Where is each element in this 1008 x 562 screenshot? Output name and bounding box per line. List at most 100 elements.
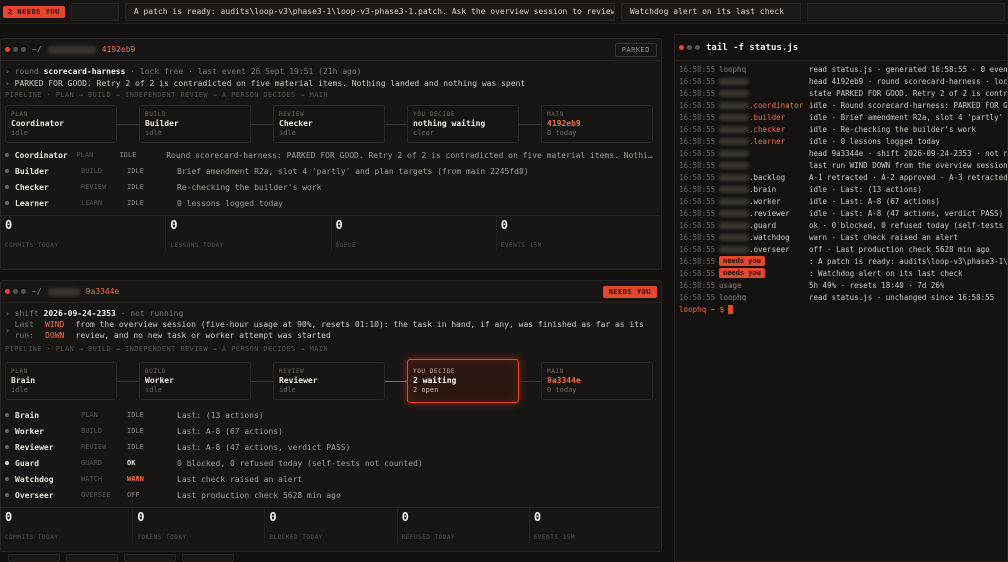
stage-you-decide[interactable]: YOU DECIDE nothing waiting clear xyxy=(407,105,519,143)
redacted-repo-name xyxy=(47,45,96,54)
role-status-dot xyxy=(5,429,9,433)
role-row-worker[interactable]: Worker BUILD IDLE Last: A-8 (67 actions) xyxy=(1,423,661,439)
log-timestamp: 16:58:55 xyxy=(679,148,716,158)
log-message: A-1 retracted · A-2 approved · A-3 retra… xyxy=(809,172,1007,182)
maximize-dot-icon[interactable] xyxy=(21,289,26,294)
footer-chip[interactable] xyxy=(182,554,234,562)
log-message: ok · 0 blocked, 0 refused today (self-te… xyxy=(809,220,1007,230)
log-source: .guard xyxy=(719,221,809,230)
role-row-reviewer[interactable]: Reviewer REVIEW IDLE Last: A-8 (47 actions,… xyxy=(1,439,661,455)
log-row: 16:58:55 loophq read status.js · generated… xyxy=(675,63,1007,75)
redacted-source xyxy=(719,245,749,253)
minimize-dot-icon[interactable] xyxy=(13,289,18,294)
needs-you-tag[interactable]: needs you xyxy=(719,256,765,266)
alert-banner: 2 NEEDS YOU A patch is ready: audits\loo… xyxy=(0,0,1008,24)
terminal-prompt[interactable]: loophq ~ $ xyxy=(675,303,1007,315)
log-source-suffix: .brain xyxy=(749,184,777,194)
bottom-strip xyxy=(0,552,668,562)
needs-you-tag[interactable]: needs you xyxy=(719,268,765,278)
log-source: .checker xyxy=(719,125,809,134)
window-dots xyxy=(5,289,26,294)
needs-you-badge[interactable]: 2 NEEDS YOU xyxy=(3,5,65,18)
log-source: usage xyxy=(719,281,809,290)
redacted-source xyxy=(719,161,749,169)
footer-chip[interactable] xyxy=(124,554,176,562)
log-timestamp: 16:58:55 xyxy=(679,100,716,110)
redacted-source xyxy=(719,137,749,145)
role-status-dot xyxy=(5,169,9,173)
cursor-icon xyxy=(728,304,734,314)
stage-build[interactable]: BUILD Builder idle xyxy=(139,105,251,143)
banner-spacer xyxy=(70,2,119,21)
log-timestamp: 16:58:55 xyxy=(679,292,716,302)
log-source xyxy=(719,161,809,169)
stage-review[interactable]: REVIEW Checker idle xyxy=(273,105,385,143)
log-message: read status.js · generated 16:58:55 · 0 … xyxy=(809,64,1007,74)
role-row-brain[interactable]: Brain PLAN IDLE Last: (13 actions) xyxy=(1,407,661,423)
log-source-suffix: .coordinator xyxy=(749,100,804,110)
stage-plan[interactable]: PLAN Coordinator idle xyxy=(5,105,117,143)
log-source: .learner xyxy=(719,137,809,146)
maximize-dot-icon[interactable] xyxy=(695,45,700,50)
round-name: scorecard-harness xyxy=(43,66,126,76)
log-message: head 9a3344e · shift 2026-09-24-2353 · n… xyxy=(809,148,1007,158)
stat-queue: 0 QUEUE xyxy=(332,216,497,251)
stage-connector xyxy=(251,123,273,125)
log-header: tail -f status.js xyxy=(675,35,1007,61)
redacted-source xyxy=(719,209,749,217)
redacted-source xyxy=(719,185,749,193)
log-row: 16:58:55 head 9a3344e · shift 2026-09-24-… xyxy=(675,147,1007,159)
role-status-dot xyxy=(5,445,9,449)
role-row-coordinator[interactable]: Coordinator PLAN IDLE Round scorecard-harne… xyxy=(1,147,661,163)
log-timestamp: 16:58:55 xyxy=(679,160,716,170)
log-source: .coordinator xyxy=(719,101,809,110)
stage-connector xyxy=(251,380,273,382)
stage-plan[interactable]: PLAN Brain idle xyxy=(5,362,117,400)
stage-review[interactable]: REVIEW Reviewer idle xyxy=(273,362,385,400)
redacted-repo-name xyxy=(47,287,80,296)
close-dot-icon[interactable] xyxy=(5,289,10,294)
minimize-dot-icon[interactable] xyxy=(13,47,18,52)
banner-patch-message[interactable]: A patch is ready: audits\loop-v3\phase3-… xyxy=(124,2,615,21)
repo-path: ~/ xyxy=(32,287,42,296)
stat-refused: 0 REFUSED TODAY xyxy=(398,508,530,543)
log-row: 16:58:55 state PARKED FOR GOOD. Retry 2 o… xyxy=(675,87,1007,99)
log-source: .reviewer xyxy=(719,209,809,218)
log-timestamp: 16:58:55 xyxy=(679,112,716,122)
close-dot-icon[interactable] xyxy=(5,47,10,52)
log-message: idle · Round scorecard-harness: PARKED F… xyxy=(809,100,1007,110)
role-status-dot xyxy=(5,493,9,497)
banner-watchdog-message[interactable]: Watchdog alert on its last check xyxy=(620,2,801,21)
log-message: head 4192eb9 · round scorecard-harness ·… xyxy=(809,76,1007,86)
redacted-source xyxy=(719,89,749,97)
log-row: 16:58:55 needs you: Watchdog alert on its… xyxy=(675,267,1007,279)
footer-chip[interactable] xyxy=(66,554,118,562)
log-message: warn · Last check raised an alert xyxy=(809,232,959,242)
role-row-watchdog[interactable]: Watchdog WATCH WARN Last check raised an al… xyxy=(1,471,661,487)
role-row-learner[interactable]: Learner LEARN IDLE 0 lessons logged today xyxy=(1,195,661,211)
stage-connector xyxy=(519,123,541,125)
stage-you-decide[interactable]: YOU DECIDE 2 waiting 2 open xyxy=(407,359,519,403)
stage-main[interactable]: MAIN 9a3344e 0 today xyxy=(541,362,653,400)
close-dot-icon[interactable] xyxy=(679,45,684,50)
stage-build[interactable]: BUILD Worker idle xyxy=(139,362,251,400)
status-badge[interactable]: NEEDS YOU xyxy=(602,285,657,298)
stage-main[interactable]: MAIN 4192eb9 0 today xyxy=(541,105,653,143)
footer-chip[interactable] xyxy=(8,554,60,562)
log-source: .overseer xyxy=(719,245,809,254)
log-rows: 16:58:55 loophq read status.js · generated… xyxy=(675,61,1007,303)
minimize-dot-icon[interactable] xyxy=(687,45,692,50)
role-row-builder[interactable]: Builder BUILD IDLE Brief amendment R2a, slo… xyxy=(1,163,661,179)
maximize-dot-icon[interactable] xyxy=(21,47,26,52)
log-timestamp: 16:58:55 xyxy=(679,232,716,242)
log-source: .worker xyxy=(719,197,809,206)
log-timestamp: 16:58:55 xyxy=(679,256,716,266)
log-timestamp: 16:58:55 xyxy=(679,196,716,206)
log-source: loophq xyxy=(719,65,809,74)
log-timestamp: 16:58:55 xyxy=(679,280,716,290)
shift-name: 2026-09-24-2353 xyxy=(43,308,116,318)
role-row-guard[interactable]: Guard GUARD OK 0 blocked, 0 refused today (… xyxy=(1,455,661,471)
role-row-checker[interactable]: Checker REVIEW IDLE Re-checking the builder… xyxy=(1,179,661,195)
stat-commits: 0 COMMITS TODAY xyxy=(1,216,167,251)
role-row-overseer[interactable]: Overseer OVERSEE OFF Last production check … xyxy=(1,487,661,503)
